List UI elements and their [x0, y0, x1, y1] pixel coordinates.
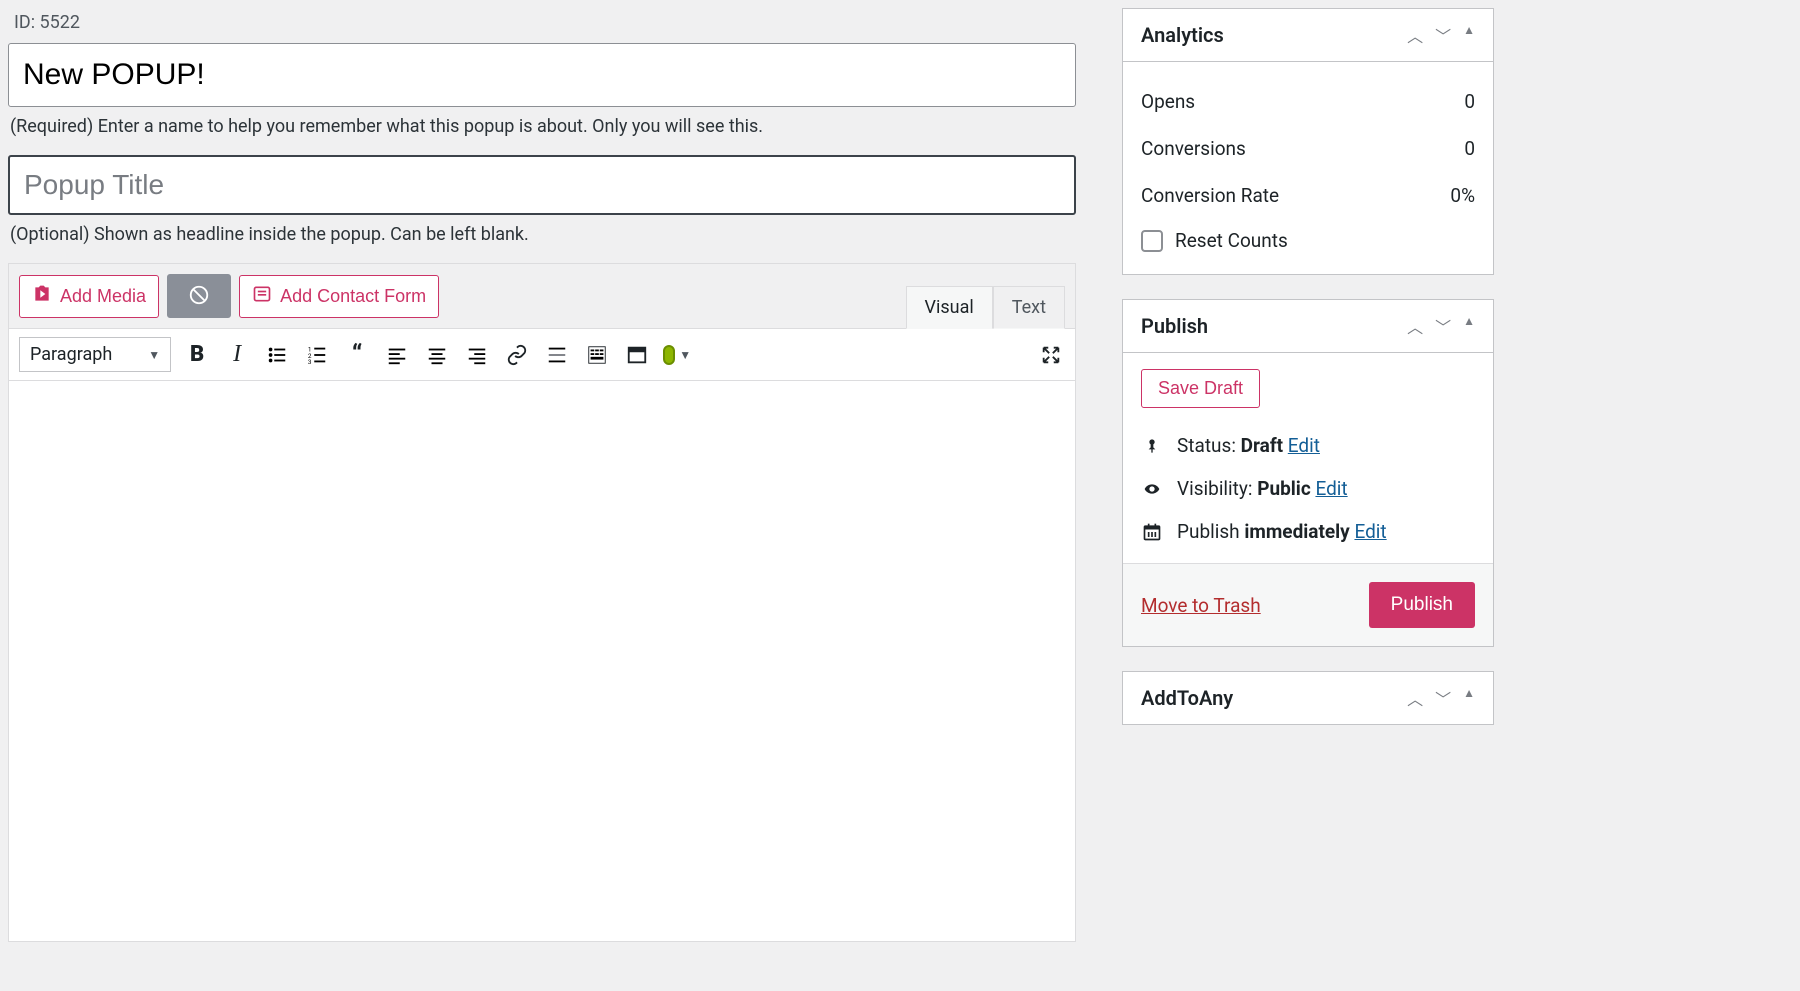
opens-label: Opens — [1141, 90, 1195, 113]
bold-button[interactable]: B — [183, 341, 211, 369]
reset-counts-checkbox[interactable] — [1141, 230, 1163, 252]
pin-icon — [1141, 436, 1163, 456]
paragraph-dropdown-label: Paragraph — [30, 344, 112, 365]
popup-title-input[interactable] — [8, 155, 1076, 215]
analytics-panel: Analytics ︿ ﹀ ▲ Opens 0 Conversions 0 Co… — [1122, 8, 1494, 275]
add-media-button[interactable]: Add Media — [19, 275, 159, 318]
opens-value: 0 — [1464, 90, 1475, 113]
editor-media-bar: Add Media Add Contact Form Visual Text — [9, 264, 1075, 328]
conversions-label: Conversions — [1141, 137, 1246, 160]
tab-visual[interactable]: Visual — [906, 286, 993, 329]
panel-up-icon[interactable]: ︿ — [1407, 314, 1423, 338]
publish-panel-title: Publish — [1141, 314, 1208, 338]
panel-down-icon[interactable]: ﹀ — [1435, 23, 1451, 47]
panel-up-icon[interactable]: ︿ — [1407, 23, 1423, 47]
svg-text:3: 3 — [308, 358, 312, 366]
edit-status-link[interactable]: Edit — [1288, 434, 1320, 457]
form-icon — [252, 284, 272, 309]
bullet-list-button[interactable] — [263, 341, 291, 369]
schedule-label: Publish — [1177, 520, 1244, 543]
add-contact-form-label: Add Contact Form — [280, 286, 426, 307]
tab-text[interactable]: Text — [993, 286, 1065, 329]
italic-button[interactable]: I — [223, 341, 251, 369]
conversion-rate-label: Conversion Rate — [1141, 184, 1279, 207]
addtoany-panel-title: AddToAny — [1141, 686, 1233, 710]
post-id-label: ID: 5522 — [14, 12, 1076, 33]
panel-down-icon[interactable]: ﹀ — [1435, 686, 1451, 710]
align-right-button[interactable] — [463, 341, 491, 369]
visibility-label: Visibility: — [1177, 477, 1257, 500]
plugin-button[interactable]: ▼ — [663, 341, 691, 369]
edit-visibility-link[interactable]: Edit — [1315, 477, 1347, 500]
plugin-caret-icon: ▼ — [679, 348, 691, 362]
name-helper-text: (Required) Enter a name to help you reme… — [10, 116, 1076, 137]
publish-panel: Publish ︿ ﹀ ▲ Save Draft Status: Draft E… — [1122, 299, 1494, 647]
shortcode-icon — [188, 284, 210, 309]
addtoany-panel: AddToAny ︿ ﹀ ▲ — [1122, 671, 1494, 725]
panel-toggle-icon[interactable]: ▲ — [1463, 686, 1475, 710]
edit-schedule-link[interactable]: Edit — [1354, 520, 1386, 543]
dropdown-caret-icon: ▼ — [148, 348, 160, 362]
status-label: Status: — [1177, 434, 1241, 457]
plugin-icon — [663, 345, 675, 365]
fullscreen-button[interactable] — [623, 341, 651, 369]
schedule-value: immediately — [1244, 520, 1349, 543]
numbered-list-button[interactable]: 123 — [303, 341, 331, 369]
title-helper-text: (Optional) Shown as headline inside the … — [10, 224, 1076, 245]
toolbar-toggle-button[interactable] — [583, 341, 611, 369]
panel-toggle-icon[interactable]: ▲ — [1463, 23, 1475, 47]
reset-counts-label: Reset Counts — [1175, 229, 1288, 252]
move-to-trash-link[interactable]: Move to Trash — [1141, 594, 1261, 617]
status-value: Draft — [1241, 434, 1283, 457]
paragraph-dropdown[interactable]: Paragraph ▼ — [19, 337, 171, 372]
editor-container: Add Media Add Contact Form Visual Text — [8, 263, 1076, 942]
shortcode-button[interactable] — [167, 274, 231, 318]
publish-button[interactable]: Publish — [1369, 582, 1475, 628]
conversions-value: 0 — [1464, 137, 1475, 160]
panel-toggle-icon[interactable]: ▲ — [1463, 314, 1475, 338]
add-media-label: Add Media — [60, 286, 146, 307]
align-center-button[interactable] — [423, 341, 451, 369]
editor-content-area[interactable] — [9, 381, 1075, 941]
editor-format-bar: Paragraph ▼ B I 123 “ — [9, 328, 1075, 381]
save-draft-button[interactable]: Save Draft — [1141, 369, 1260, 408]
align-left-button[interactable] — [383, 341, 411, 369]
popup-name-input[interactable] — [8, 43, 1076, 107]
eye-icon — [1141, 481, 1163, 497]
calendar-icon — [1141, 522, 1163, 542]
link-button[interactable] — [503, 341, 531, 369]
add-contact-form-button[interactable]: Add Contact Form — [239, 275, 439, 318]
analytics-panel-title: Analytics — [1141, 23, 1224, 47]
panel-down-icon[interactable]: ﹀ — [1435, 314, 1451, 338]
conversion-rate-value: 0% — [1450, 184, 1475, 207]
expand-button[interactable] — [1037, 341, 1065, 369]
insert-more-button[interactable] — [543, 341, 571, 369]
blockquote-button[interactable]: “ — [343, 341, 371, 369]
visibility-value: Public — [1257, 477, 1311, 500]
panel-up-icon[interactable]: ︿ — [1407, 686, 1423, 710]
media-icon — [32, 284, 52, 309]
